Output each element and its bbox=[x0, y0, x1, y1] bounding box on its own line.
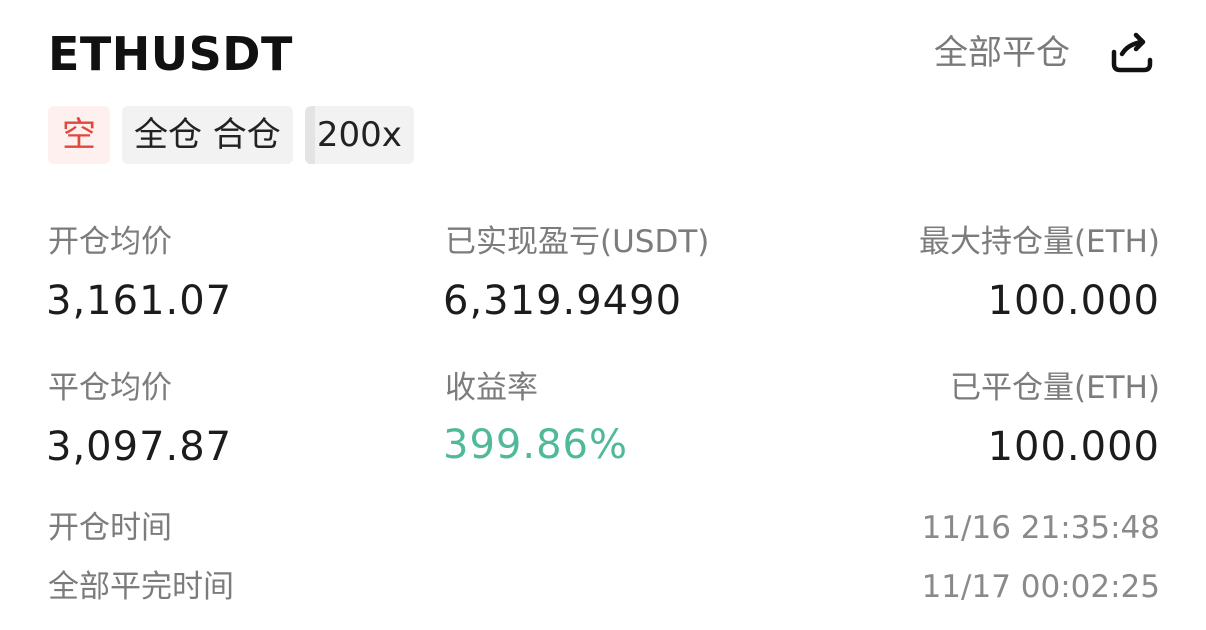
open-time-label: 开仓时间 bbox=[48, 510, 172, 546]
margin-mode-badge: 全仓 合仓 bbox=[122, 106, 293, 164]
position-history-card: ETHUSDT 全部平仓 空 全仓 合仓 200x 开仓均价 3,161.07 … bbox=[0, 0, 1206, 630]
open-time-value: 11/16 21:35:48 bbox=[921, 510, 1160, 546]
roi-label: 收益率 bbox=[445, 370, 538, 406]
roi-value: 399.86% bbox=[443, 422, 628, 468]
open-avg-price-label: 开仓均价 bbox=[48, 224, 172, 260]
direction-badge: 空 bbox=[48, 106, 110, 164]
closed-amount-label: 已平仓量(ETH) bbox=[949, 370, 1160, 406]
max-position-value: 100.000 bbox=[987, 278, 1160, 324]
close-time-value: 11/17 00:02:25 bbox=[921, 569, 1160, 605]
close-all-button[interactable]: 全部平仓 bbox=[934, 30, 1070, 76]
open-avg-price-value: 3,161.07 bbox=[46, 278, 233, 324]
max-position-label: 最大持仓量(ETH) bbox=[918, 224, 1160, 260]
closed-amount-value: 100.000 bbox=[987, 424, 1160, 470]
close-avg-price-value: 3,097.87 bbox=[46, 424, 233, 470]
leverage-badge: 200x bbox=[304, 106, 414, 164]
share-icon[interactable] bbox=[1108, 30, 1156, 76]
close-avg-price-label: 平仓均价 bbox=[48, 370, 172, 406]
symbol-title: ETHUSDT bbox=[48, 27, 293, 81]
position-tags: 空 全仓 合仓 200x bbox=[48, 106, 414, 164]
realized-pnl-value: 6,319.9490 bbox=[443, 278, 683, 324]
realized-pnl-label: 已实现盈亏(USDT) bbox=[445, 224, 710, 260]
close-time-label: 全部平完时间 bbox=[48, 569, 234, 605]
